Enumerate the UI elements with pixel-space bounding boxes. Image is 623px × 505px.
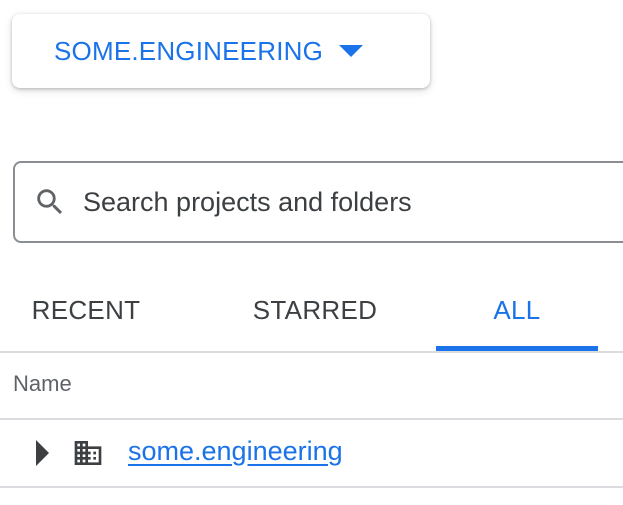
resource-picker: SOME.ENGINEERING RECENT STARRED ALL Name… [0,0,623,505]
expand-arrow-icon[interactable] [36,440,49,466]
column-header-name: Name [13,371,72,396]
row-divider [0,486,623,488]
search-input[interactable] [81,185,585,219]
table-row: some.engineering [0,420,623,486]
caret-down-icon [339,45,364,57]
organization-building-icon [74,441,102,465]
search-icon [37,189,63,215]
tabs-divider [0,351,623,353]
org-selector-label: SOME.ENGINEERING [54,35,324,66]
org-selector-button[interactable]: SOME.ENGINEERING [12,14,430,88]
tab-bar: RECENT STARRED ALL [0,270,623,352]
resource-link[interactable]: some.engineering [128,436,343,467]
tab-all[interactable]: ALL [436,270,598,350]
search-field[interactable] [13,161,623,243]
tab-recent[interactable]: RECENT [30,270,142,350]
tab-starred[interactable]: STARRED [250,270,380,350]
